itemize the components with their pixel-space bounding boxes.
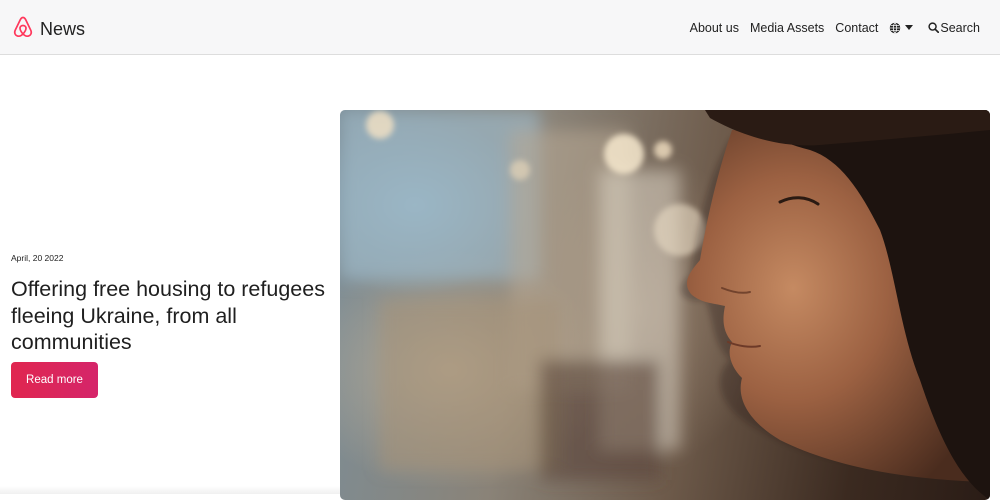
- brand-home-link[interactable]: News: [11, 13, 85, 41]
- globe-icon: [890, 21, 901, 34]
- brand-name: News: [40, 19, 86, 39]
- read-more-button[interactable]: Read more: [11, 362, 98, 398]
- caret-down-icon: [905, 25, 914, 30]
- main-nav: About us Media Assets Contact Search: [679, 0, 980, 55]
- article-headline[interactable]: Offering free housing to refugees fleein…: [11, 276, 331, 356]
- search-icon: [928, 22, 940, 33]
- search-link[interactable]: Search: [928, 21, 980, 35]
- search-label: Search: [940, 20, 980, 35]
- nav-about-us[interactable]: About us: [690, 21, 739, 35]
- hero-image: [340, 110, 990, 500]
- airbnb-logo-icon: [13, 16, 33, 38]
- nav-contact[interactable]: Contact: [835, 21, 878, 35]
- site-header: News About us Media Assets Contact Searc…: [0, 0, 1000, 55]
- nav-media-assets[interactable]: Media Assets: [750, 21, 824, 35]
- article-date: April, 20 2022: [11, 253, 64, 263]
- language-dropdown[interactable]: [889, 21, 914, 34]
- card-shadow: [0, 486, 340, 494]
